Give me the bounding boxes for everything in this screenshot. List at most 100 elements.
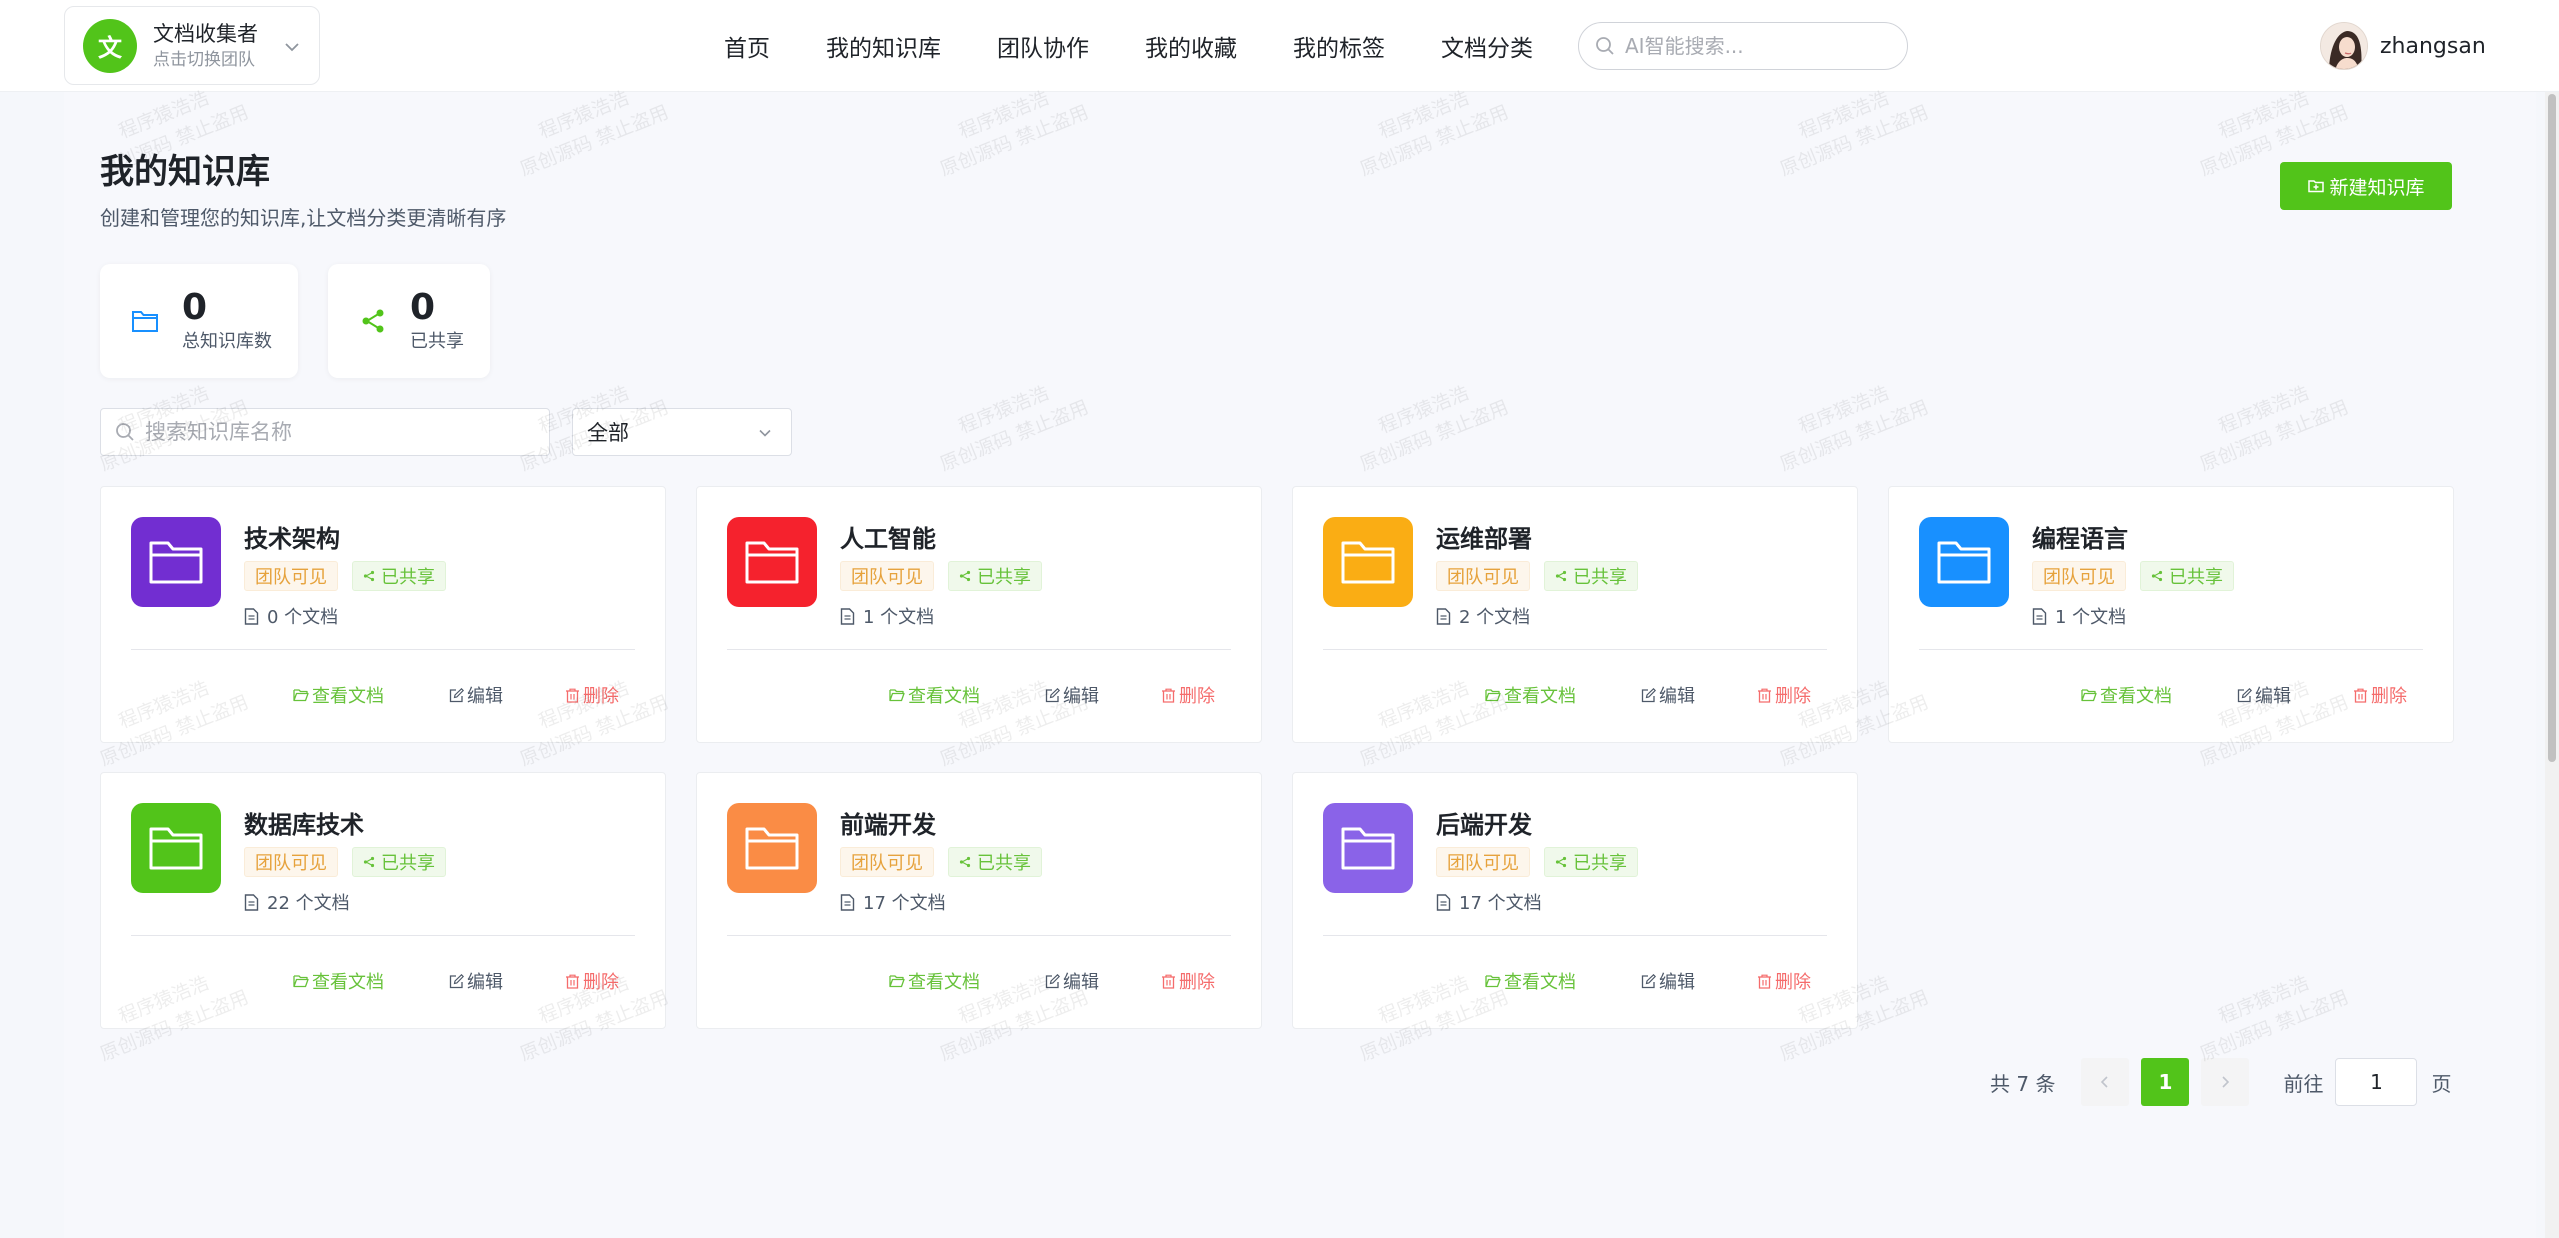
card-divider [727, 935, 1231, 936]
kb-title[interactable]: 运维部署 [1436, 519, 1532, 554]
ai-search-box[interactable] [1578, 22, 1908, 70]
kb-folder-tile[interactable] [1323, 803, 1413, 893]
view-docs-button[interactable]: 查看文档 [889, 682, 980, 708]
kb-folder-tile[interactable] [131, 803, 221, 893]
delete-label: 删除 [1775, 686, 1811, 707]
kb-search-box[interactable] [100, 408, 550, 456]
knowledge-base-card: 后端开发 团队可见 已共享 17 个文档 查看文档 编辑 删除 [1292, 772, 1858, 1029]
share-icon [358, 306, 388, 336]
nav-my-favorites[interactable]: 我的收藏 [1145, 29, 1237, 63]
nav-home[interactable]: 首页 [724, 29, 770, 63]
card-divider [131, 935, 635, 936]
document-icon [1436, 893, 1451, 911]
view-docs-label: 查看文档 [312, 686, 384, 707]
edit-icon [1045, 687, 1060, 702]
share-icon [363, 570, 375, 582]
delete-button[interactable]: 删除 [1161, 968, 1215, 994]
doc-count: 2 个文档 [1436, 603, 1530, 629]
visibility-filter-select[interactable]: 全部 [572, 408, 792, 456]
edit-icon [1641, 687, 1656, 702]
kb-folder-tile[interactable] [1919, 517, 2009, 607]
knowledge-base-card: 前端开发 团队可见 已共享 17 个文档 查看文档 编辑 删除 [696, 772, 1262, 1029]
team-text: 文档收集者 点击切换团队 [153, 20, 258, 72]
shared-tag: 已共享 [1544, 561, 1638, 591]
doc-count-label: 0 个文档 [267, 607, 339, 628]
new-knowledge-base-label: 新建知识库 [2329, 176, 2425, 199]
kb-title[interactable]: 前端开发 [840, 805, 936, 840]
edit-icon [1641, 973, 1656, 988]
delete-button[interactable]: 删除 [1161, 682, 1215, 708]
prev-page-button[interactable] [2081, 1058, 2130, 1106]
delete-button[interactable]: 删除 [565, 968, 619, 994]
team-switcher[interactable]: 文 文档收集者 点击切换团队 [64, 6, 320, 85]
kb-title[interactable]: 人工智能 [840, 519, 936, 554]
folder-open-icon [293, 975, 309, 988]
chevron-down-icon [759, 429, 771, 437]
edit-button[interactable]: 编辑 [449, 968, 503, 994]
edit-label: 编辑 [1063, 686, 1099, 707]
share-icon [1555, 570, 1567, 582]
ai-search-input[interactable] [1625, 34, 1885, 58]
edit-button[interactable]: 编辑 [1641, 968, 1695, 994]
view-docs-button[interactable]: 查看文档 [889, 968, 980, 994]
document-icon [2032, 607, 2047, 625]
search-icon [1596, 37, 1614, 55]
next-page-button[interactable] [2201, 1058, 2250, 1106]
doc-count: 1 个文档 [2032, 603, 2126, 629]
scrollbar-thumb[interactable] [2548, 94, 2556, 762]
add-folder-icon [2308, 180, 2325, 193]
doc-count: 0 个文档 [244, 603, 338, 629]
shared-tag-label: 已共享 [1573, 853, 1627, 874]
nav-my-tags[interactable]: 我的标签 [1293, 29, 1385, 63]
nav-doc-categories[interactable]: 文档分类 [1441, 29, 1533, 63]
edit-label: 编辑 [2255, 686, 2291, 707]
kb-folder-tile[interactable] [727, 517, 817, 607]
goto-page-input[interactable] [2335, 1058, 2418, 1106]
kb-search-input[interactable] [145, 420, 545, 444]
card-divider [1323, 935, 1827, 936]
team-visible-tag: 团队可见 [244, 847, 338, 877]
kb-folder-tile[interactable] [131, 517, 221, 607]
edit-icon [2237, 687, 2252, 702]
view-docs-button[interactable]: 查看文档 [2081, 682, 2172, 708]
filter-select-value: 全部 [587, 421, 629, 445]
user-menu[interactable]: zhangsan [2320, 20, 2486, 72]
team-visible-tag: 团队可见 [2032, 561, 2126, 591]
main-content: 我的知识库 创建和管理您的知识库,让文档分类更清晰有序 新建知识库 0 总知识库… [64, 92, 2536, 1238]
kb-folder-tile[interactable] [1323, 517, 1413, 607]
view-docs-button[interactable]: 查看文档 [1485, 682, 1576, 708]
edit-button[interactable]: 编辑 [1045, 682, 1099, 708]
kb-title[interactable]: 技术架构 [244, 519, 340, 554]
edit-button[interactable]: 编辑 [1045, 968, 1099, 994]
stat-text: 0 总知识库数 [182, 287, 272, 355]
delete-label: 删除 [1179, 686, 1215, 707]
view-docs-button[interactable]: 查看文档 [293, 682, 384, 708]
shared-tag-label: 已共享 [381, 567, 435, 588]
delete-button[interactable]: 删除 [1757, 968, 1811, 994]
page-number-button[interactable]: 1 [2141, 1058, 2190, 1106]
kb-title[interactable]: 后端开发 [1436, 805, 1532, 840]
view-docs-button[interactable]: 查看文档 [1485, 968, 1576, 994]
share-icon [1555, 856, 1567, 868]
shared-tag-label: 已共享 [977, 567, 1031, 588]
nav-my-knowledge-base[interactable]: 我的知识库 [826, 29, 941, 63]
shared-tag: 已共享 [2140, 561, 2234, 591]
delete-button[interactable]: 删除 [2353, 682, 2407, 708]
delete-button[interactable]: 删除 [1757, 682, 1811, 708]
folder-icon [745, 827, 799, 870]
document-icon [244, 607, 259, 625]
trash-icon [1758, 688, 1771, 703]
edit-button[interactable]: 编辑 [449, 682, 503, 708]
delete-button[interactable]: 删除 [565, 682, 619, 708]
kb-folder-tile[interactable] [727, 803, 817, 893]
new-knowledge-base-button[interactable]: 新建知识库 [2280, 162, 2452, 210]
kb-title[interactable]: 数据库技术 [244, 805, 364, 840]
view-docs-button[interactable]: 查看文档 [293, 968, 384, 994]
page-scrollbar[interactable] [2545, 92, 2559, 1238]
team-visible-tag: 团队可见 [1436, 847, 1530, 877]
edit-button[interactable]: 编辑 [2237, 682, 2291, 708]
nav-team-collaboration[interactable]: 团队协作 [997, 29, 1089, 63]
kb-title[interactable]: 编程语言 [2032, 519, 2128, 554]
team-name: 文档收集者 [153, 21, 258, 46]
edit-button[interactable]: 编辑 [1641, 682, 1695, 708]
